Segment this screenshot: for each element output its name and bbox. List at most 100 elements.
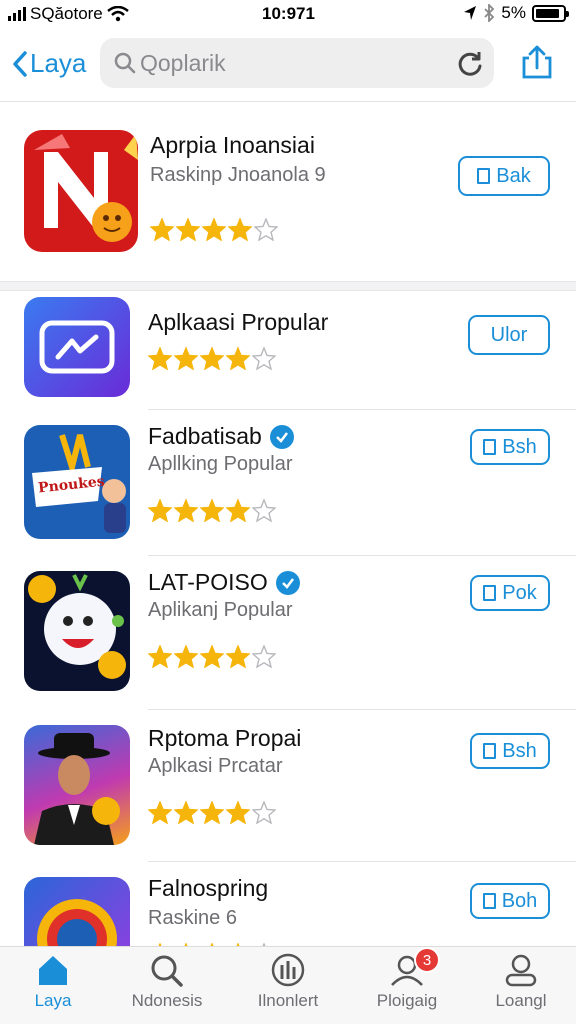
- battery-fill: [536, 8, 560, 18]
- get-button-label: Pok: [502, 581, 537, 604]
- profile-app-icon: [24, 725, 130, 845]
- star-filled-icon: [202, 218, 226, 241]
- divider: [148, 555, 576, 556]
- back-label: Laya: [30, 48, 87, 78]
- rating-stars: [148, 801, 276, 824]
- list-item[interactable]: Pnoukes Fadbatisab Apllking Popular Bsh: [0, 411, 576, 555]
- verified-badge-icon: [269, 424, 294, 449]
- tab-label: Ndonesis: [131, 991, 203, 1010]
- star-filled-icon: [148, 347, 172, 370]
- star-filled-icon: [148, 801, 172, 824]
- star-empty-icon: [252, 499, 276, 522]
- app-title: Fadbatisab: [148, 423, 262, 449]
- nav-bar: Laya Qoplarik: [0, 30, 576, 102]
- battery-percent: 5%: [501, 3, 526, 22]
- share-icon[interactable]: [520, 44, 554, 80]
- tab-label: Loangl: [495, 991, 547, 1010]
- featured-app[interactable]: Aprpia Inoansiai Raskinp Jnoanola 9 Bak: [0, 104, 576, 282]
- star-filled-icon: [226, 499, 250, 522]
- wheel-app-icon: [24, 877, 130, 951]
- get-button[interactable]: Bak: [458, 156, 550, 196]
- button-icon: [477, 168, 491, 184]
- reload-icon[interactable]: [456, 50, 484, 78]
- star-filled-icon: [200, 499, 224, 522]
- star-empty-icon: [252, 347, 276, 370]
- list-item[interactable]: Aplkaasi Propular Ulor: [0, 291, 576, 409]
- featured-app-icon: [24, 130, 138, 252]
- search-input[interactable]: Qoplarik: [100, 38, 494, 88]
- tab-bar: Laya Ndonesis Ilnonlert Ploigaig 3 Loang…: [0, 946, 576, 1024]
- notification-badge: 3: [414, 947, 440, 973]
- promo-app-icon: Pnoukes: [24, 425, 130, 539]
- button-icon: [482, 893, 496, 909]
- back-button[interactable]: Laya: [12, 48, 86, 79]
- tab-profile[interactable]: Loangl: [466, 953, 576, 1011]
- status-bar: SQăotore 10:971 5%: [0, 0, 576, 28]
- profile-icon: [505, 954, 537, 987]
- get-button[interactable]: Boh: [470, 883, 550, 919]
- chevron-left-icon: [13, 50, 27, 77]
- get-button[interactable]: Bsh: [470, 733, 550, 769]
- status-right: 5%: [463, 3, 569, 23]
- tab-label: Ilnonlert: [257, 991, 319, 1010]
- app-subtitle: Aplikanj Popular: [148, 599, 293, 621]
- signal-icon: [8, 7, 26, 21]
- home-icon: [39, 956, 67, 985]
- star-filled-icon: [148, 645, 172, 668]
- featured-app-subtitle: Raskinp Jnoanola 9: [150, 164, 326, 186]
- get-button[interactable]: Bsh: [470, 429, 550, 465]
- status-left: SQăotore: [8, 4, 129, 24]
- bluetooth-icon: [484, 4, 495, 22]
- tab-home[interactable]: Laya: [0, 953, 108, 1011]
- get-button[interactable]: Ulor: [468, 315, 550, 355]
- tab-apps[interactable]: Ilnonlert: [233, 953, 343, 1011]
- star-filled-icon: [226, 801, 250, 824]
- app-title: LAT-POISO: [148, 569, 268, 595]
- get-button-label: Boh: [501, 889, 538, 912]
- search-placeholder: Qoplarik: [140, 49, 226, 76]
- app-list: Aplkaasi Propular Ulor Pnoukes Fadbatisa…: [0, 290, 576, 951]
- star-filled-icon: [174, 801, 198, 824]
- star-filled-icon: [176, 218, 200, 241]
- app-title: Falnospring: [148, 875, 269, 901]
- divider: [148, 409, 576, 410]
- rating-stars: [148, 347, 276, 370]
- star-filled-icon: [150, 218, 174, 241]
- tab-search[interactable]: Ndonesis: [112, 953, 222, 1011]
- coin-app-icon: [24, 571, 130, 691]
- get-button-label: Bsh: [502, 435, 537, 458]
- app-subtitle: Aplkasi Prcatar: [148, 755, 283, 777]
- button-icon: [483, 439, 497, 455]
- location-arrow-icon: [464, 6, 477, 20]
- search-icon: [151, 955, 183, 987]
- star-filled-icon: [200, 645, 224, 668]
- star-filled-icon: [148, 499, 172, 522]
- list-item[interactable]: Falnospring Raskine 6 Boh: [0, 863, 576, 951]
- rating-stars: [150, 218, 278, 241]
- featured-app-title: Aprpia Inoansiai: [150, 132, 315, 158]
- star-filled-icon: [174, 499, 198, 522]
- star-filled-icon: [200, 801, 224, 824]
- app-title: Rptoma Propai: [148, 725, 302, 751]
- star-filled-icon: [226, 645, 250, 668]
- star-filled-icon: [174, 347, 198, 370]
- list-item[interactable]: Rptoma Propai Aplkasi Prcatar Bsh: [0, 711, 576, 861]
- get-button-label: Bak: [496, 164, 531, 187]
- star-filled-icon: [228, 218, 252, 241]
- app-subtitle: Raskine 6: [148, 907, 237, 929]
- star-empty-icon: [252, 801, 276, 824]
- tab-label: Laya: [34, 991, 72, 1010]
- get-button[interactable]: Pok: [470, 575, 550, 611]
- apps-icon: [271, 953, 305, 987]
- battery-icon: [532, 4, 569, 22]
- star-filled-icon: [174, 645, 198, 668]
- app-title: Aplkaasi Propular: [148, 309, 329, 335]
- get-button-label: Bsh: [502, 739, 537, 762]
- tab-groups[interactable]: Ploigaig 3: [352, 947, 462, 1011]
- search-icon: [114, 52, 136, 74]
- star-empty-icon: [252, 645, 276, 668]
- app-title-row: LAT-POISO: [148, 569, 300, 596]
- list-item[interactable]: LAT-POISO Aplikanj Popular Pok: [0, 557, 576, 709]
- button-icon: [483, 585, 497, 601]
- clock: 10:971: [262, 4, 315, 23]
